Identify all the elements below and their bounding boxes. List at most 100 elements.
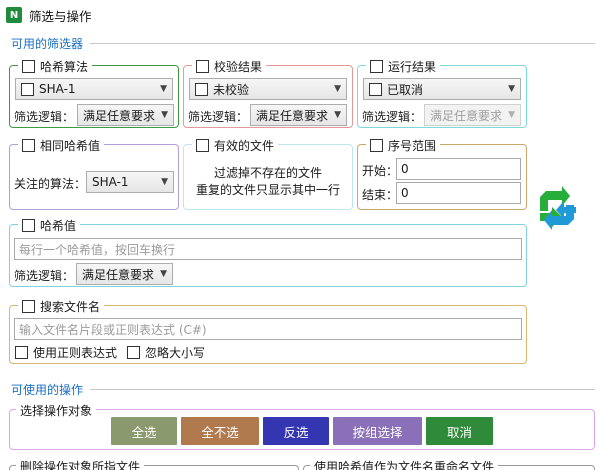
valid-file-description: 过滤掉不存在的文件 重复的文件只显示其中一行 bbox=[184, 165, 352, 199]
serial-range-start-input[interactable]: 0 bbox=[396, 158, 521, 180]
serial-range-end-input[interactable]: 0 bbox=[396, 182, 521, 204]
rename-by-hash-legend[interactable]: 使用哈希值作为文件名重命名文件 bbox=[310, 458, 499, 470]
use-regex-checkbox[interactable] bbox=[15, 346, 28, 359]
delete-targets-group: 删除操作对象所指文件 bbox=[9, 458, 299, 470]
hash-algorithm-value: SHA-1 bbox=[39, 82, 76, 96]
chevron-down-icon: ▼ bbox=[161, 110, 168, 120]
serial-range-group: 序号范围 开始： 0 结束： 0 bbox=[357, 137, 527, 210]
filters-section-divider bbox=[90, 43, 595, 44]
cancel-selection-button[interactable]: 取消 bbox=[426, 417, 493, 445]
hash-value-logic-select[interactable]: 满足任意要求 ▼ bbox=[76, 263, 173, 285]
hash-algorithm-group: 哈希算法 SHA-1 ▼ 筛选逻辑： 满足任意要求 ▼ bbox=[9, 58, 179, 128]
select-none-button[interactable]: 全不选 bbox=[181, 417, 259, 445]
ignore-case-option[interactable]: 忽略大小写 bbox=[127, 344, 205, 361]
select-all-button[interactable]: 全选 bbox=[111, 417, 177, 445]
hash-value-toggle[interactable]: 哈希值 bbox=[18, 217, 81, 234]
search-filename-group: 搜索文件名 输入文件名片段或正则表达式 (C#) 使用正则表达式 忽略大小写 bbox=[9, 298, 527, 364]
ignore-case-label: 忽略大小写 bbox=[145, 346, 206, 360]
run-result-checkbox[interactable] bbox=[370, 60, 383, 73]
select-targets-legend: 选择操作对象 bbox=[16, 402, 97, 419]
serial-range-toggle[interactable]: 序号范围 bbox=[366, 137, 441, 154]
app-icon: N bbox=[6, 7, 22, 23]
same-hash-focus-label: 关注的算法： bbox=[14, 177, 87, 191]
run-result-logic-select: 满足任意要求 ▼ bbox=[424, 104, 521, 126]
hash-algorithm-logic-select[interactable]: 满足任意要求 ▼ bbox=[77, 104, 174, 126]
valid-file-description-line1: 过滤掉不存在的文件 bbox=[213, 166, 322, 180]
ignore-case-checkbox[interactable] bbox=[127, 346, 140, 359]
operations-section-label: 可使用的操作 bbox=[11, 383, 84, 397]
hash-algorithm-logic-value: 满足任意要求 bbox=[83, 108, 156, 123]
search-filename-checkbox[interactable] bbox=[22, 300, 35, 313]
invert-selection-button[interactable]: 反选 bbox=[263, 417, 329, 445]
run-result-label: 运行结果 bbox=[388, 60, 437, 74]
valid-file-toggle[interactable]: 有效的文件 bbox=[192, 137, 279, 154]
hash-algorithm-label: 哈希算法 bbox=[40, 60, 89, 74]
delete-targets-label: 删除操作对象所指文件 bbox=[20, 460, 141, 470]
group-select-button[interactable]: 按组选择 bbox=[333, 417, 422, 445]
run-result-select[interactable]: 已取消 ▼ bbox=[363, 78, 521, 100]
run-result-toggle[interactable]: 运行结果 bbox=[366, 58, 441, 75]
hash-algorithm-logic-label: 筛选逻辑： bbox=[14, 110, 75, 124]
verify-result-logic-select[interactable]: 满足任意要求 ▼ bbox=[250, 104, 347, 126]
search-filename-input[interactable]: 输入文件名片段或正则表达式 (C#) bbox=[14, 318, 522, 340]
hash-value-checkbox[interactable] bbox=[22, 219, 35, 232]
hash-value-label: 哈希值 bbox=[40, 219, 77, 233]
verify-result-logic-label: 筛选逻辑： bbox=[188, 110, 249, 124]
verify-result-logic-value: 满足任意要求 bbox=[256, 108, 329, 123]
hash-value-group: 哈希值 每行一个哈希值，按回车换行 筛选逻辑： 满足任意要求 ▼ bbox=[9, 217, 527, 287]
run-result-option-checkbox[interactable] bbox=[369, 82, 382, 96]
run-result-logic-label: 筛选逻辑： bbox=[362, 110, 423, 124]
same-hash-toggle[interactable]: 相同哈希值 bbox=[18, 137, 105, 154]
run-result-logic-value: 满足任意要求 bbox=[430, 108, 503, 123]
valid-file-group: 有效的文件 过滤掉不存在的文件 重复的文件只显示其中一行 bbox=[183, 137, 353, 210]
hash-algorithm-checkbox[interactable] bbox=[22, 60, 35, 73]
delete-targets-legend[interactable]: 删除操作对象所指文件 bbox=[16, 458, 145, 470]
verify-result-group: 校验结果 未校验 ▼ 筛选逻辑： 满足任意要求 ▼ bbox=[183, 58, 353, 128]
hash-algorithm-option-checkbox[interactable] bbox=[21, 82, 34, 96]
same-hash-checkbox[interactable] bbox=[22, 139, 35, 152]
chevron-down-icon: ▼ bbox=[508, 110, 515, 120]
operations-section-divider bbox=[90, 389, 595, 390]
chevron-down-icon: ▼ bbox=[161, 177, 168, 187]
hash-algorithm-select[interactable]: SHA-1 ▼ bbox=[15, 78, 173, 100]
chevron-down-icon: ▼ bbox=[160, 84, 167, 94]
hash-value-logic-label: 筛选逻辑： bbox=[14, 269, 75, 283]
same-hash-group: 相同哈希值 关注的算法： SHA-1 ▼ bbox=[9, 137, 179, 210]
verify-result-option-checkbox[interactable] bbox=[195, 82, 208, 96]
serial-range-end-label: 结束： bbox=[362, 188, 399, 202]
serial-range-label: 序号范围 bbox=[388, 139, 437, 153]
use-regex-option[interactable]: 使用正则表达式 bbox=[15, 344, 117, 361]
hash-value-input[interactable]: 每行一个哈希值，按回车换行 bbox=[14, 238, 522, 260]
hash-value-logic-value: 满足任意要求 bbox=[82, 267, 155, 282]
select-targets-label: 选择操作对象 bbox=[20, 404, 93, 418]
same-hash-label: 相同哈希值 bbox=[40, 139, 101, 153]
chevron-down-icon: ▼ bbox=[160, 269, 167, 279]
valid-file-checkbox[interactable] bbox=[196, 139, 209, 152]
filters-section-label: 可用的筛选器 bbox=[11, 37, 84, 51]
run-result-group: 运行结果 已取消 ▼ 筛选逻辑： 满足任意要求 ▼ bbox=[357, 58, 527, 128]
valid-file-label: 有效的文件 bbox=[214, 139, 275, 153]
verify-result-label: 校验结果 bbox=[214, 60, 263, 74]
serial-range-checkbox[interactable] bbox=[370, 139, 383, 152]
valid-file-description-line2: 重复的文件只显示其中一行 bbox=[195, 183, 340, 197]
hash-algorithm-toggle[interactable]: 哈希算法 bbox=[18, 58, 93, 75]
verify-result-select[interactable]: 未校验 ▼ bbox=[189, 78, 347, 100]
serial-range-start-label: 开始： bbox=[362, 164, 399, 178]
search-filename-label: 搜索文件名 bbox=[40, 300, 101, 314]
verify-result-checkbox[interactable] bbox=[196, 60, 209, 73]
same-hash-algorithm-value: SHA-1 bbox=[92, 175, 129, 189]
run-result-value: 已取消 bbox=[387, 82, 424, 97]
chevron-down-icon: ▼ bbox=[508, 84, 515, 94]
verify-result-value: 未校验 bbox=[213, 82, 250, 97]
use-regex-label: 使用正则表达式 bbox=[33, 346, 118, 360]
rename-by-hash-group: 使用哈希值作为文件名重命名文件 bbox=[303, 458, 595, 470]
title-bar: N 筛选与操作 bbox=[0, 0, 600, 30]
chevron-down-icon: ▼ bbox=[334, 110, 341, 120]
window-title: 筛选与操作 bbox=[29, 8, 92, 24]
verify-result-toggle[interactable]: 校验结果 bbox=[192, 58, 267, 75]
select-targets-group: 选择操作对象 全选 全不选 反选 按组选择 取消 bbox=[9, 402, 595, 450]
refresh-arrows-icon[interactable] bbox=[532, 183, 580, 235]
same-hash-algorithm-select[interactable]: SHA-1 ▼ bbox=[86, 171, 174, 193]
rename-by-hash-label: 使用哈希值作为文件名重命名文件 bbox=[314, 460, 495, 470]
search-filename-toggle[interactable]: 搜索文件名 bbox=[18, 298, 105, 315]
